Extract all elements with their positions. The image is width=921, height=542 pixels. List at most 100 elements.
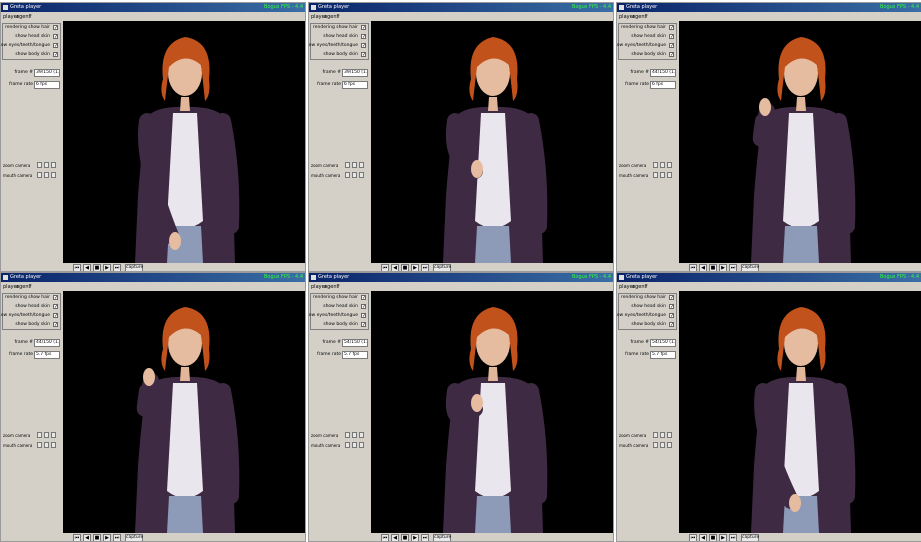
skip-back-button[interactable]: ⏮ xyxy=(381,534,389,541)
checkbox[interactable]: ✓ xyxy=(669,322,674,328)
stop-button[interactable]: ■ xyxy=(93,534,101,541)
menu-item-help[interactable]: ? xyxy=(645,14,648,20)
rewind-button[interactable]: ◀ xyxy=(699,534,707,541)
menu-item-help[interactable]: ? xyxy=(645,284,648,290)
checkbox[interactable]: ✓ xyxy=(361,52,366,58)
option-row[interactable]: show eyes/teeth/tongue ✓ xyxy=(1,42,59,50)
checkbox[interactable]: ✓ xyxy=(669,25,674,31)
checkbox[interactable]: ✓ xyxy=(669,34,674,40)
zoom-button[interactable] xyxy=(660,432,665,438)
zoom-button[interactable] xyxy=(352,172,357,178)
play-button[interactable]: ▶ xyxy=(103,534,111,541)
option-row[interactable]: show body skin ✓ xyxy=(4,51,59,59)
option-row[interactable]: show head skin ✓ xyxy=(620,303,675,311)
zoom-button[interactable] xyxy=(345,172,350,178)
zoom-button[interactable] xyxy=(352,162,357,168)
zoom-button[interactable] xyxy=(359,162,364,168)
option-row[interactable]: show head skin ✓ xyxy=(620,33,675,41)
rewind-button[interactable]: ◀ xyxy=(391,534,399,541)
rate-input[interactable]: 6 fps xyxy=(342,81,368,89)
checkbox[interactable]: ✓ xyxy=(361,34,366,40)
play-button[interactable]: ▶ xyxy=(719,264,727,271)
option-row[interactable]: show body skin ✓ xyxy=(312,321,367,329)
play-button[interactable]: ▶ xyxy=(411,534,419,541)
title-bar[interactable]: Greta player Bogus FPS - 4.4 xyxy=(309,273,613,282)
zoom-button[interactable] xyxy=(44,432,49,438)
zoom-button[interactable] xyxy=(44,162,49,168)
zoom-button[interactable] xyxy=(37,172,42,178)
zoom-button[interactable] xyxy=(359,442,364,448)
zoom-button[interactable] xyxy=(352,442,357,448)
skip-back-button[interactable]: ⏮ xyxy=(73,264,81,271)
checkbox[interactable]: ✓ xyxy=(53,304,58,310)
option-row[interactable]: show body skin ✓ xyxy=(4,321,59,329)
option-row[interactable]: show eyes/teeth/tongue ✓ xyxy=(617,42,675,50)
checkbox[interactable]: ✓ xyxy=(669,295,674,301)
zoom-button[interactable] xyxy=(359,432,364,438)
zoom-button[interactable] xyxy=(345,162,350,168)
stop-button[interactable]: ■ xyxy=(93,264,101,271)
zoom-button[interactable] xyxy=(352,432,357,438)
zoom-button[interactable] xyxy=(653,162,658,168)
frame-input[interactable]: 44/150 (1.8s) xyxy=(650,69,676,77)
stop-button[interactable]: ■ xyxy=(401,534,409,541)
zoom-button[interactable] xyxy=(37,162,42,168)
zoom-button[interactable] xyxy=(51,442,56,448)
play-button[interactable]: ▶ xyxy=(719,534,727,541)
stop-button[interactable]: ■ xyxy=(709,264,717,271)
menu-item-help[interactable]: ? xyxy=(337,14,340,20)
checkbox[interactable]: ✓ xyxy=(53,43,58,49)
rewind-button[interactable]: ◀ xyxy=(83,534,91,541)
skip-back-button[interactable]: ⏮ xyxy=(381,264,389,271)
capture-button[interactable]: capture xyxy=(125,534,143,541)
option-row[interactable]: show head skin ✓ xyxy=(4,33,59,41)
zoom-button[interactable] xyxy=(653,172,658,178)
option-row[interactable]: show body skin ✓ xyxy=(620,51,675,59)
stop-button[interactable]: ■ xyxy=(709,534,717,541)
zoom-button[interactable] xyxy=(37,432,42,438)
checkbox[interactable]: ✓ xyxy=(361,313,366,319)
checkbox[interactable]: ✓ xyxy=(53,295,58,301)
checkbox[interactable]: ✓ xyxy=(361,322,366,328)
option-row[interactable]: show head skin ✓ xyxy=(312,303,367,311)
zoom-button[interactable] xyxy=(51,162,56,168)
checkbox[interactable]: ✓ xyxy=(669,304,674,310)
frame-input[interactable]: 54/150 (1.8s) xyxy=(650,339,676,347)
checkbox[interactable]: ✓ xyxy=(669,43,674,49)
checkbox[interactable]: ✓ xyxy=(361,43,366,49)
checkbox[interactable]: ✓ xyxy=(53,322,58,328)
title-bar[interactable]: Greta player Bogus FPS - 4.4 xyxy=(1,273,305,282)
skip-forward-button[interactable]: ⏭ xyxy=(421,264,429,271)
checkbox[interactable]: ✓ xyxy=(53,52,58,58)
option-row[interactable]: rendering show hair ✓ xyxy=(620,294,675,302)
capture-button[interactable]: capture xyxy=(433,264,451,271)
frame-input[interactable]: 44/150 (1.8s) xyxy=(34,339,60,347)
rate-input[interactable]: 5.7 fps xyxy=(34,351,60,359)
zoom-button[interactable] xyxy=(660,162,665,168)
option-row[interactable]: rendering show hair ✓ xyxy=(4,294,59,302)
zoom-button[interactable] xyxy=(51,172,56,178)
play-button[interactable]: ▶ xyxy=(103,264,111,271)
rewind-button[interactable]: ◀ xyxy=(83,264,91,271)
frame-input[interactable]: 54/150 (1.8s) xyxy=(342,339,368,347)
checkbox[interactable]: ✓ xyxy=(53,25,58,31)
zoom-button[interactable] xyxy=(653,442,658,448)
option-row[interactable]: show eyes/teeth/tongue ✓ xyxy=(309,312,367,320)
menu-item-help[interactable]: ? xyxy=(29,284,32,290)
option-row[interactable]: show eyes/teeth/tongue ✓ xyxy=(617,312,675,320)
checkbox[interactable]: ✓ xyxy=(361,304,366,310)
rewind-button[interactable]: ◀ xyxy=(391,264,399,271)
checkbox[interactable]: ✓ xyxy=(53,34,58,40)
option-row[interactable]: show eyes/teeth/tongue ✓ xyxy=(309,42,367,50)
skip-back-button[interactable]: ⏮ xyxy=(689,264,697,271)
menu-item-help[interactable]: ? xyxy=(337,284,340,290)
option-row[interactable]: show eyes/teeth/tongue ✓ xyxy=(1,312,59,320)
zoom-button[interactable] xyxy=(44,172,49,178)
stop-button[interactable]: ■ xyxy=(401,264,409,271)
checkbox[interactable]: ✓ xyxy=(361,295,366,301)
zoom-button[interactable] xyxy=(660,442,665,448)
frame-input[interactable]: 39/150 (1.6s) xyxy=(34,69,60,77)
capture-button[interactable]: capture xyxy=(433,534,451,541)
zoom-button[interactable] xyxy=(359,172,364,178)
option-row[interactable]: rendering show hair ✓ xyxy=(620,24,675,32)
